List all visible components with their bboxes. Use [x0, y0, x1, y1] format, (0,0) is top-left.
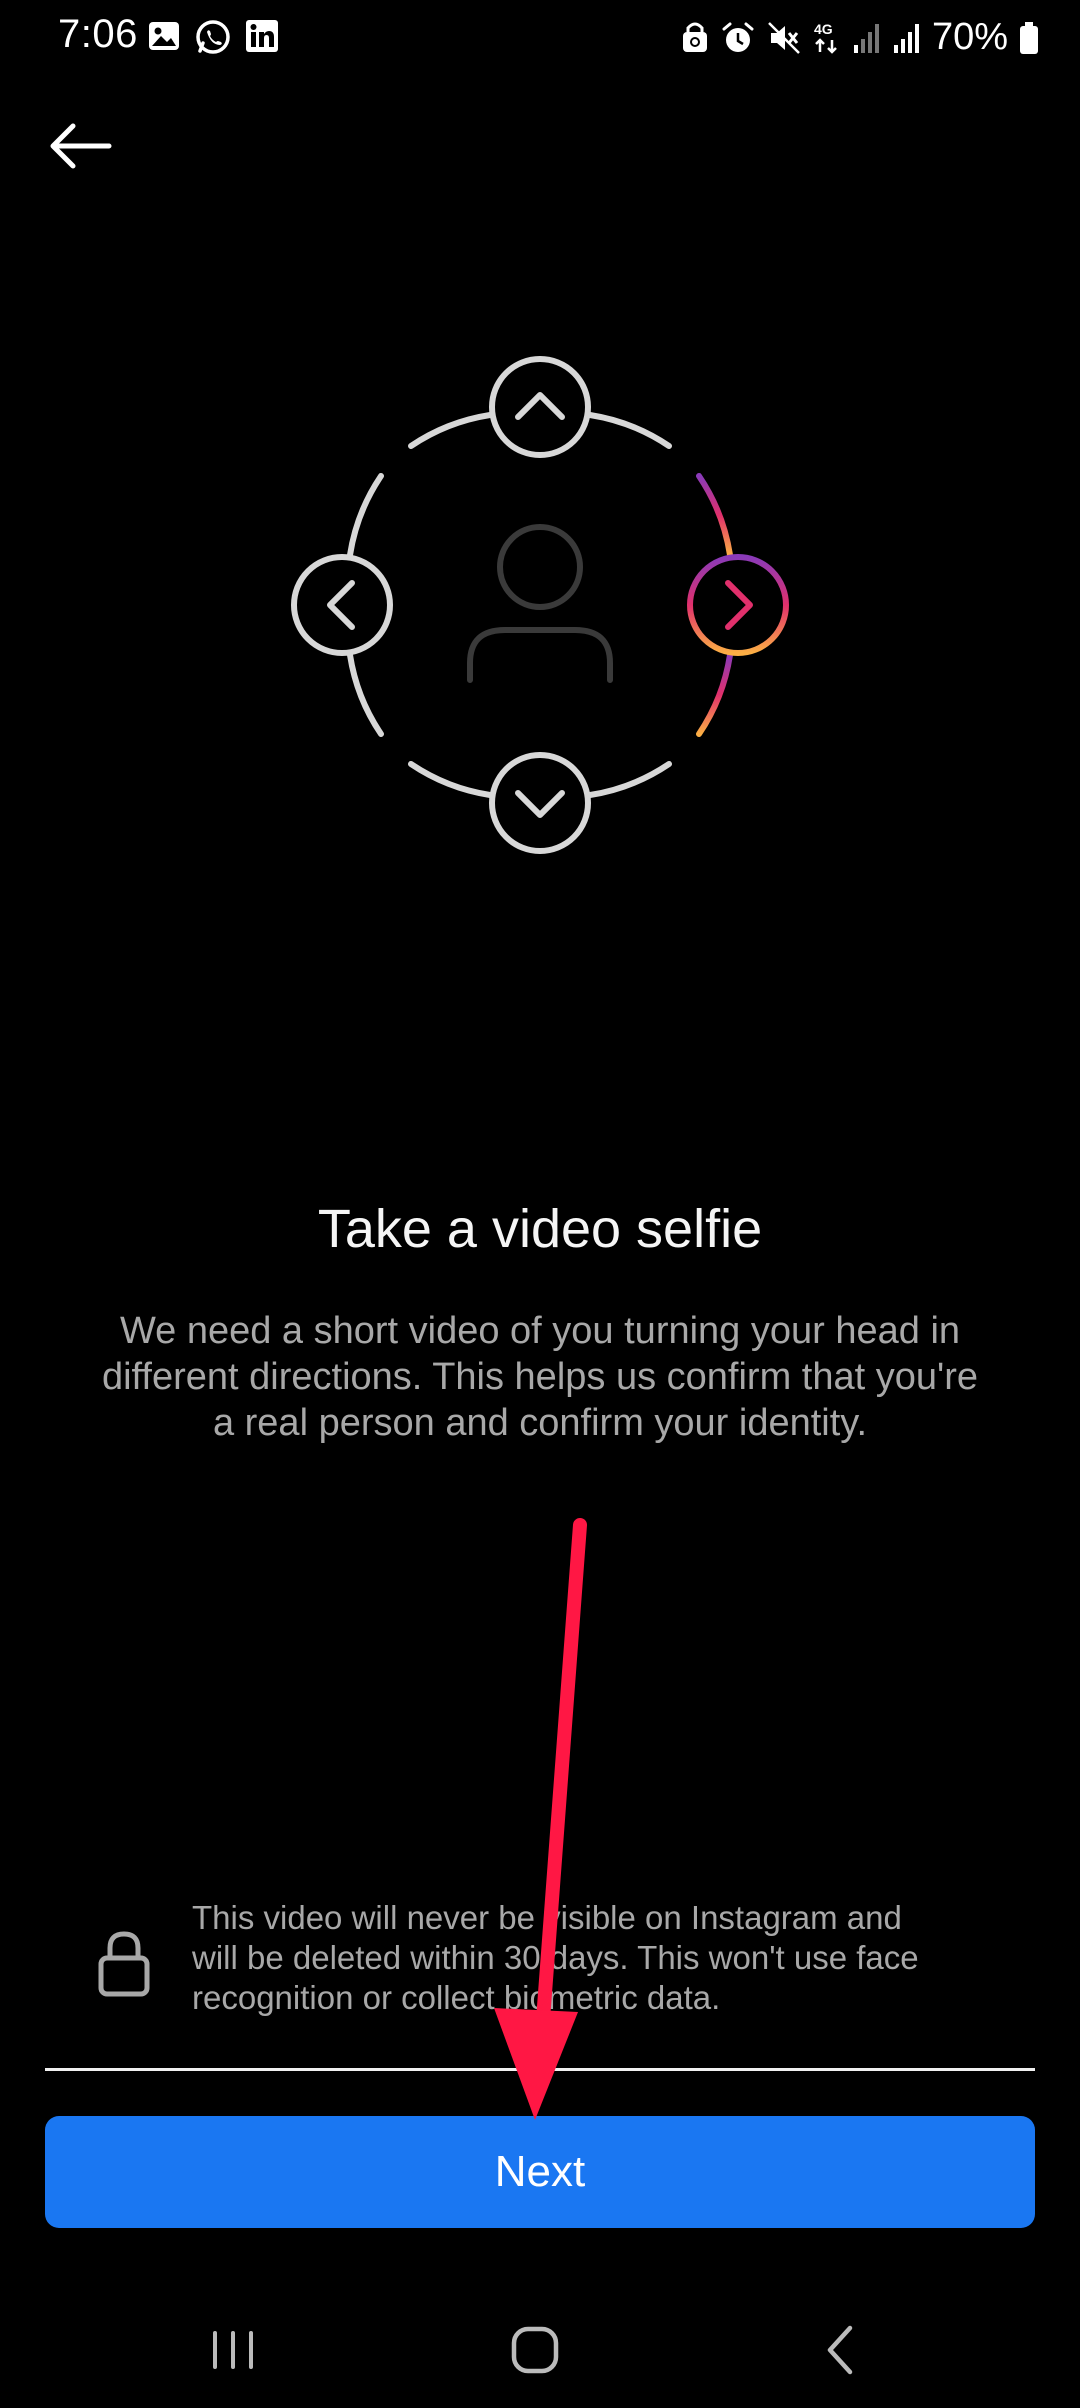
arrow-left-icon [50, 123, 112, 169]
network-4g-icon: 4G [814, 21, 837, 54]
battery-percent: 70% [931, 16, 1008, 58]
chevron-right-icon [687, 554, 789, 656]
divider [45, 2068, 1035, 2071]
notification-icons [146, 18, 280, 56]
gallery-icon [149, 22, 179, 50]
alarm-icon [722, 22, 754, 52]
home-button[interactable] [485, 2310, 585, 2390]
arc-bottom-left [408, 761, 493, 798]
arc-left-upper [347, 473, 384, 558]
whatsapp-icon [196, 20, 230, 54]
recycle-lock-icon [682, 22, 707, 52]
chevron-up-icon [489, 356, 591, 458]
status-time: 7:06 [58, 12, 138, 56]
person-icon [467, 524, 613, 683]
recent-apps-button[interactable] [183, 2310, 283, 2390]
svg-text:4G: 4G [814, 21, 833, 37]
back-button[interactable] [38, 112, 122, 180]
battery-icon [1020, 21, 1038, 54]
chevron-down-icon [489, 752, 591, 854]
chevron-left-icon [291, 554, 393, 656]
arc-top-left [408, 412, 493, 449]
arc-right-upper [696, 473, 733, 558]
lock-icon [98, 1931, 150, 1997]
navigation-bar [0, 2290, 1080, 2408]
system-back-button[interactable] [790, 2310, 890, 2390]
description-text: We need a short video of you turning you… [101, 1310, 979, 1444]
recent-apps-icon [213, 2331, 253, 2369]
page-title: Take a video selfie [317, 1199, 763, 1259]
privacy-notice: This video will never be visible on Inst… [88, 1898, 1008, 2028]
head-turn-illustration [291, 356, 789, 854]
next-button[interactable]: Next [45, 2116, 1035, 2228]
privacy-text: This video will never be visible on Inst… [192, 1899, 919, 2016]
chevron-back-icon [827, 2325, 853, 2375]
linkedin-icon [246, 20, 278, 52]
arc-bottom-right [587, 761, 672, 798]
mute-icon [768, 21, 800, 54]
status-bar: 7:06 4G 70% [0, 0, 1080, 80]
home-icon [511, 2326, 559, 2374]
system-icons: 4G 70% [680, 16, 1040, 59]
signal-icon-2 [893, 23, 919, 53]
arc-right-lower [696, 652, 733, 737]
arc-left-lower [347, 652, 384, 737]
arc-top-right [587, 412, 672, 449]
signal-icon-1 [853, 23, 879, 53]
